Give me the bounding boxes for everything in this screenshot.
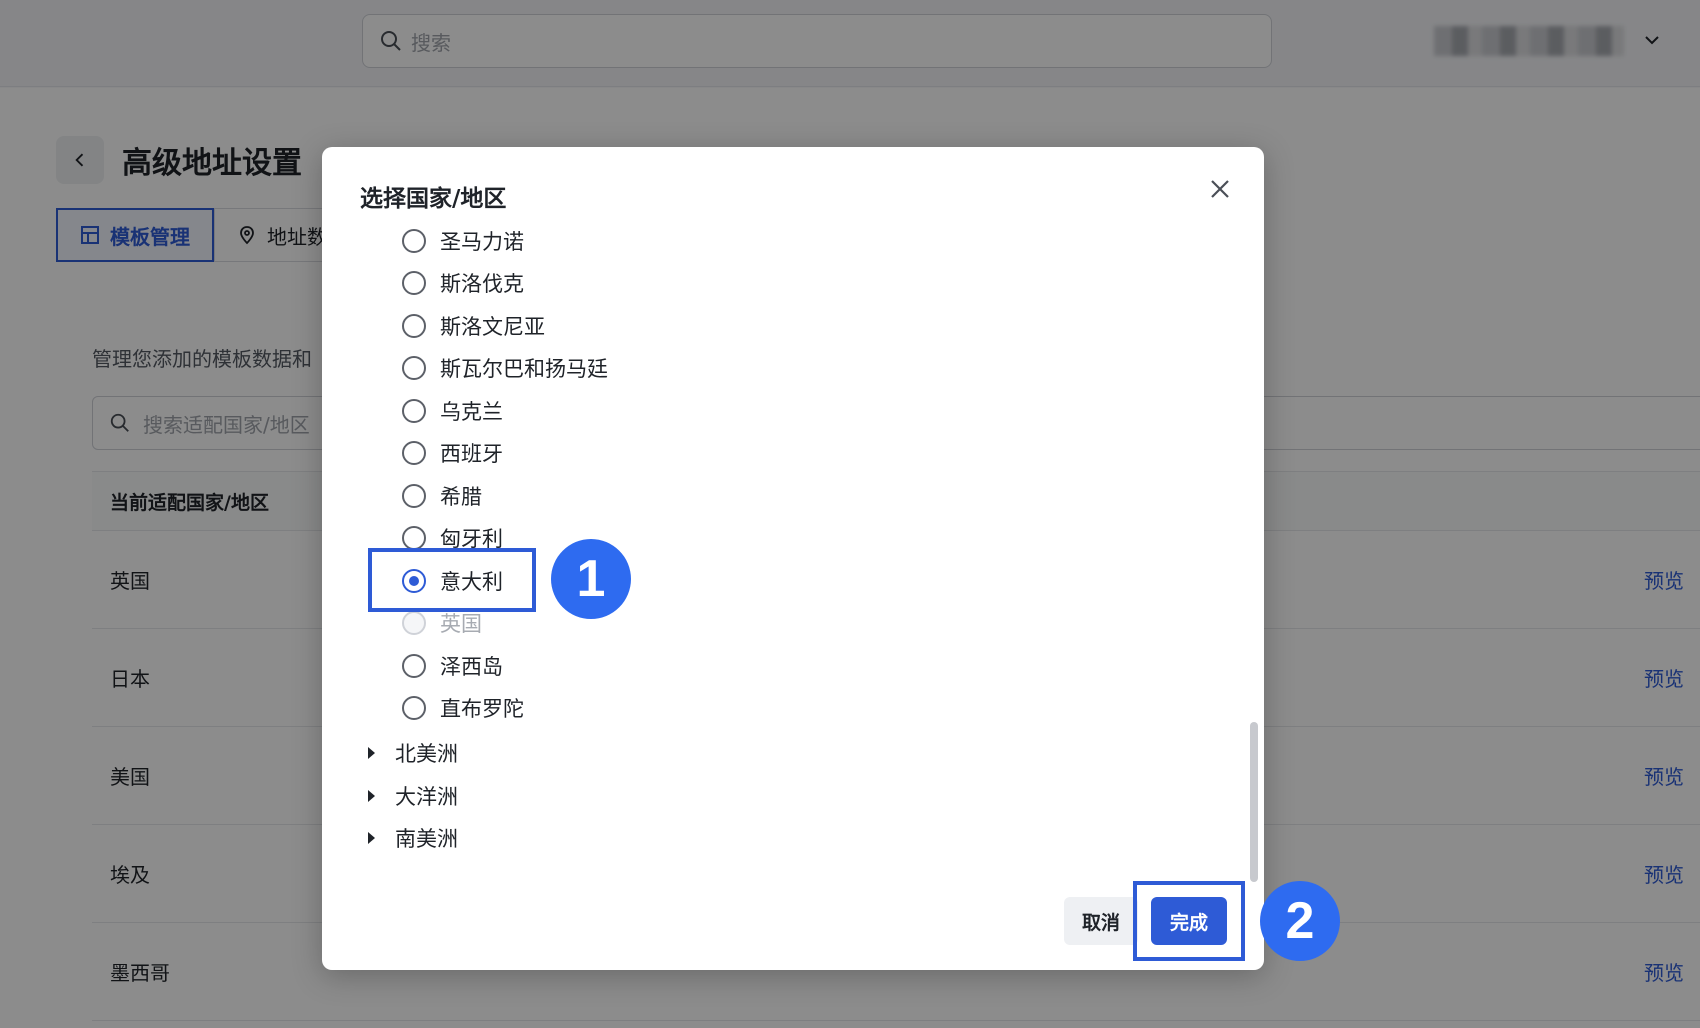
region-item-oceania[interactable]: 大洋洲	[368, 781, 458, 811]
radio-button[interactable]	[402, 314, 426, 338]
country-option[interactable]: 乌克兰	[402, 396, 503, 426]
country-option[interactable]: 希腊	[402, 481, 482, 511]
close-icon[interactable]	[1206, 175, 1234, 203]
country-label: 西班牙	[440, 442, 503, 466]
radio-button[interactable]	[402, 271, 426, 295]
scrollbar-thumb[interactable]	[1250, 722, 1258, 882]
dialog-title: 选择国家/地区	[360, 186, 507, 212]
select-country-dialog: 选择国家/地区 圣马力诺 斯洛伐克 斯洛文尼亚 斯瓦尔巴和扬马廷 乌克兰 西班牙…	[322, 147, 1264, 970]
step-marker-2: 2	[1260, 881, 1340, 961]
country-option-disabled: 英国	[402, 608, 482, 638]
country-label: 英国	[440, 612, 482, 636]
country-label: 乌克兰	[440, 400, 503, 424]
radio-button[interactable]	[402, 484, 426, 508]
radio-button[interactable]	[402, 441, 426, 465]
radio-button[interactable]	[402, 356, 426, 380]
country-option[interactable]: 西班牙	[402, 438, 503, 468]
country-label: 斯洛文尼亚	[440, 315, 545, 339]
radio-button[interactable]	[402, 696, 426, 720]
radio-button[interactable]	[402, 229, 426, 253]
country-option[interactable]: 直布罗陀	[402, 693, 524, 723]
cancel-button[interactable]: 取消	[1064, 897, 1138, 945]
radio-button[interactable]	[402, 399, 426, 423]
country-label: 斯瓦尔巴和扬马廷	[440, 357, 608, 381]
radio-button-disabled	[402, 611, 426, 635]
country-option[interactable]: 泽西岛	[402, 651, 503, 681]
country-label: 希腊	[440, 485, 482, 509]
step-marker-1: 1	[551, 539, 631, 619]
caret-right-icon[interactable]	[368, 747, 375, 759]
radio-button[interactable]	[402, 526, 426, 550]
country-label: 直布罗陀	[440, 697, 524, 721]
region-item-south-america[interactable]: 南美洲	[368, 823, 458, 853]
country-option[interactable]: 斯洛伐克	[402, 268, 524, 298]
country-option[interactable]: 圣马力诺	[402, 226, 524, 256]
region-label: 南美洲	[395, 827, 458, 851]
region-label: 北美洲	[395, 742, 458, 766]
country-label: 泽西岛	[440, 655, 503, 679]
country-label: 斯洛伐克	[440, 272, 524, 296]
region-item-north-america[interactable]: 北美洲	[368, 738, 458, 768]
highlight-box-step-2	[1133, 881, 1245, 961]
region-label: 大洋洲	[395, 785, 458, 809]
country-label: 圣马力诺	[440, 230, 524, 254]
highlight-box-step-1	[368, 548, 536, 612]
radio-button[interactable]	[402, 654, 426, 678]
country-option[interactable]: 斯瓦尔巴和扬马廷	[402, 353, 608, 383]
country-option[interactable]: 斯洛文尼亚	[402, 311, 545, 341]
caret-right-icon[interactable]	[368, 790, 375, 802]
caret-right-icon[interactable]	[368, 832, 375, 844]
